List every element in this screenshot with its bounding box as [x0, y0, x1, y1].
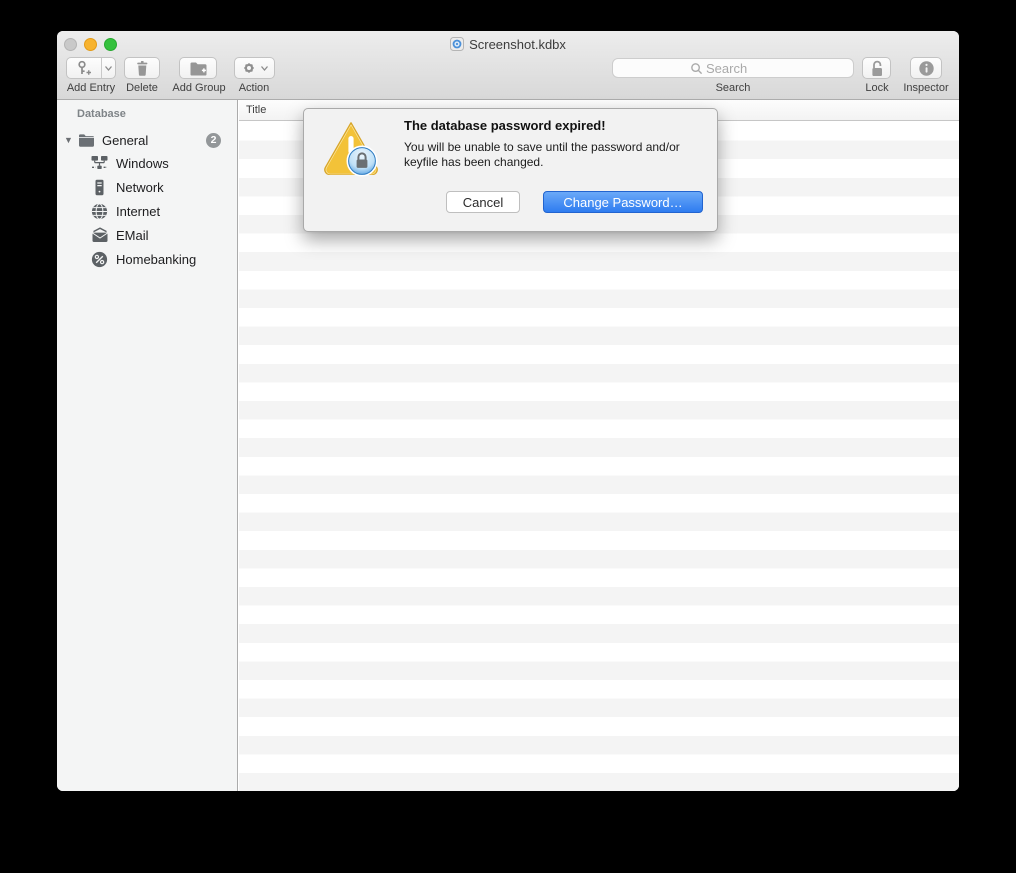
lock-badge-icon [346, 145, 378, 177]
sidebar-item-internet[interactable]: Internet [57, 200, 237, 222]
info-icon [918, 60, 934, 76]
search-field[interactable] [612, 58, 854, 78]
sidebar: Database ▼ General 2 Windows Network Int… [57, 100, 238, 791]
search-icon [691, 62, 703, 74]
chevron-down-icon [104, 65, 112, 71]
action-button[interactable] [234, 57, 275, 79]
search-input[interactable] [706, 60, 776, 76]
dialog-title: The database password expired! [404, 118, 606, 133]
windows-network-icon [91, 155, 108, 171]
action-label: Action [238, 82, 270, 94]
sidebar-item-label: Internet [116, 203, 161, 219]
sidebar-item-windows[interactable]: Windows [57, 152, 237, 174]
sidebar-group-general[interactable]: ▼ General 2 [57, 129, 237, 151]
dialog-body: You will be unable to save until the pas… [404, 140, 680, 170]
inspector-button[interactable] [910, 57, 942, 79]
add-group-button[interactable] [179, 57, 217, 79]
add-entry-button[interactable] [66, 57, 116, 79]
titlebar-toolbar: Screenshot.kdbx Add Entry Delete Add Gro… [57, 31, 959, 100]
dialog-body-line1: You will be unable to save until the pas… [404, 140, 680, 154]
password-expired-dialog: The database password expired! You will … [303, 108, 718, 232]
disclosure-triangle-icon[interactable]: ▼ [64, 135, 73, 145]
trash-icon [137, 61, 148, 76]
app-window: Screenshot.kdbx Add Entry Delete Add Gro… [57, 31, 959, 791]
chevron-down-icon [261, 65, 268, 71]
sidebar-item-homebanking[interactable]: Homebanking [57, 248, 237, 270]
window-title-text: Screenshot.kdbx [469, 37, 566, 52]
server-icon [91, 179, 108, 196]
inspector-label: Inspector [903, 82, 949, 94]
sidebar-item-label: Homebanking [116, 251, 197, 267]
globe-icon [91, 202, 108, 220]
envelope-icon [91, 227, 109, 243]
sidebar-item-label: EMail [116, 227, 149, 243]
search-label: Search [715, 82, 751, 94]
sidebar-group-label: General [102, 132, 149, 148]
percent-icon [91, 251, 108, 268]
change-password-button[interactable]: Change Password… [543, 191, 703, 213]
sidebar-item-email[interactable]: EMail [57, 224, 237, 246]
sidebar-item-label: Network [116, 179, 164, 195]
entry-count-badge: 2 [206, 132, 221, 148]
key-plus-icon [67, 58, 101, 78]
lock-open-icon [871, 60, 882, 76]
document-proxy-icon [450, 37, 465, 51]
column-header-label: Title [246, 104, 267, 116]
sidebar-item-network[interactable]: Network [57, 176, 237, 198]
cancel-button[interactable]: Cancel [446, 191, 520, 213]
window-title: Screenshot.kdbx [57, 37, 959, 52]
gear-icon [244, 63, 254, 73]
delete-button[interactable] [124, 57, 160, 79]
folder-plus-icon [190, 62, 206, 75]
dialog-body-line2: keyfile has been changed. [404, 155, 544, 169]
add-entry-dropdown[interactable] [102, 58, 115, 78]
sidebar-item-label: Windows [116, 155, 169, 171]
lock-button[interactable] [862, 57, 891, 79]
sidebar-section-header: Database [77, 108, 126, 120]
folder-icon [78, 133, 95, 148]
